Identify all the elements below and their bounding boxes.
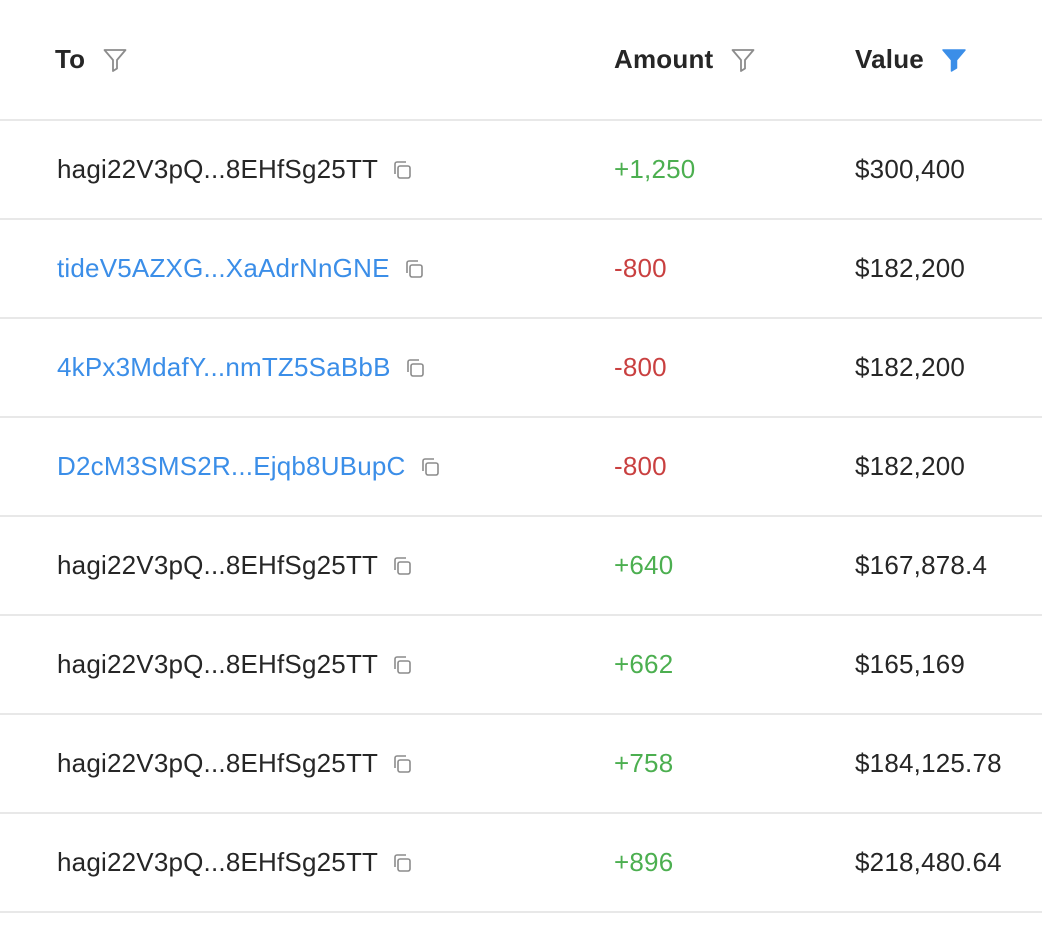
- usd-value: $182,200: [855, 352, 966, 382]
- transactions-table: To Amount Value hagi22V3pQ...8EHfSg25TT +…: [0, 0, 1042, 913]
- copy-icon[interactable]: [390, 158, 414, 182]
- amount-value: -800: [614, 253, 667, 283]
- amount-value: +896: [614, 847, 674, 877]
- cell-amount: +662: [614, 616, 673, 713]
- cell-value: $167,878.4: [855, 517, 987, 614]
- cell-value: $182,200: [855, 418, 965, 515]
- cell-value: $218,480.64: [855, 814, 1002, 911]
- cell-to: hagi22V3pQ...8EHfSg25TT: [57, 517, 414, 614]
- table-row: D2cM3SMS2R...Ejqb8UBupC -800 $182,200: [0, 418, 1042, 517]
- amount-value: +1,250: [614, 154, 696, 184]
- column-header-value: Value: [855, 0, 968, 119]
- copy-icon[interactable]: [390, 851, 414, 875]
- usd-value: $184,125.78: [855, 748, 1002, 778]
- cell-value: $300,400: [855, 121, 965, 218]
- cell-to: tideV5AZXG...XaAdrNnGNE: [57, 220, 426, 317]
- amount-value: +758: [614, 748, 674, 778]
- address-link[interactable]: D2cM3SMS2R...Ejqb8UBupC: [57, 451, 406, 482]
- address-text: hagi22V3pQ...8EHfSg25TT: [57, 649, 379, 679]
- table-row: hagi22V3pQ...8EHfSg25TT +1,250 $300,400: [0, 121, 1042, 220]
- cell-value: $165,169: [855, 616, 965, 713]
- cell-to: 4kPx3MdafY...nmTZ5SaBbB: [57, 319, 427, 416]
- cell-amount: +640: [614, 517, 673, 614]
- cell-value: $182,200: [855, 319, 965, 416]
- cell-amount: +1,250: [614, 121, 695, 218]
- cell-to: hagi22V3pQ...8EHfSg25TT: [57, 121, 414, 218]
- table-header: To Amount Value: [0, 0, 1042, 121]
- usd-value: $300,400: [855, 154, 966, 184]
- table-row: 4kPx3MdafY...nmTZ5SaBbB -800 $182,200: [0, 319, 1042, 418]
- cell-amount: -800: [614, 418, 667, 515]
- usd-value: $167,878.4: [855, 550, 988, 580]
- amount-value: -800: [614, 352, 667, 382]
- cell-amount: +758: [614, 715, 673, 812]
- address-text: hagi22V3pQ...8EHfSg25TT: [57, 748, 379, 778]
- usd-value: $218,480.64: [855, 847, 1002, 877]
- address-text: hagi22V3pQ...8EHfSg25TT: [57, 154, 379, 184]
- usd-value: $182,200: [855, 253, 966, 283]
- table-row: hagi22V3pQ...8EHfSg25TT +640 $167,878.4: [0, 517, 1042, 616]
- cell-amount: +896: [614, 814, 673, 911]
- cell-to: hagi22V3pQ...8EHfSg25TT: [57, 814, 414, 911]
- filter-icon[interactable]: [101, 46, 129, 74]
- column-header-value-label: Value: [855, 44, 924, 74]
- copy-icon[interactable]: [403, 356, 427, 380]
- column-header-to-label: To: [55, 44, 86, 74]
- cell-to: hagi22V3pQ...8EHfSg25TT: [57, 715, 414, 812]
- copy-icon[interactable]: [390, 554, 414, 578]
- copy-icon[interactable]: [402, 257, 426, 281]
- column-header-amount: Amount: [614, 0, 757, 119]
- table-body: hagi22V3pQ...8EHfSg25TT +1,250 $300,400 tid…: [0, 121, 1042, 913]
- amount-value: -800: [614, 451, 667, 481]
- copy-icon[interactable]: [390, 752, 414, 776]
- cell-to: D2cM3SMS2R...Ejqb8UBupC: [57, 418, 442, 515]
- cell-amount: -800: [614, 220, 667, 317]
- amount-value: +662: [614, 649, 674, 679]
- address-text: hagi22V3pQ...8EHfSg25TT: [57, 550, 379, 580]
- table-row: hagi22V3pQ...8EHfSg25TT +662 $165,169: [0, 616, 1042, 715]
- address-link[interactable]: tideV5AZXG...XaAdrNnGNE: [57, 253, 390, 284]
- address-text: hagi22V3pQ...8EHfSg25TT: [57, 847, 379, 877]
- cell-amount: -800: [614, 319, 667, 416]
- table-row: tideV5AZXG...XaAdrNnGNE -800 $182,200: [0, 220, 1042, 319]
- copy-icon[interactable]: [390, 653, 414, 677]
- filter-icon[interactable]: [940, 46, 968, 74]
- copy-icon[interactable]: [418, 455, 442, 479]
- column-header-amount-label: Amount: [614, 44, 714, 74]
- amount-value: +640: [614, 550, 674, 580]
- table-row: hagi22V3pQ...8EHfSg25TT +758 $184,125.78: [0, 715, 1042, 814]
- cell-value: $182,200: [855, 220, 965, 317]
- address-link[interactable]: 4kPx3MdafY...nmTZ5SaBbB: [57, 352, 391, 383]
- usd-value: $165,169: [855, 649, 966, 679]
- filter-icon[interactable]: [729, 46, 757, 74]
- usd-value: $182,200: [855, 451, 966, 481]
- cell-value: $184,125.78: [855, 715, 1002, 812]
- cell-to: hagi22V3pQ...8EHfSg25TT: [57, 616, 414, 713]
- table-row: hagi22V3pQ...8EHfSg25TT +896 $218,480.64: [0, 814, 1042, 913]
- column-header-to: To: [55, 0, 129, 119]
